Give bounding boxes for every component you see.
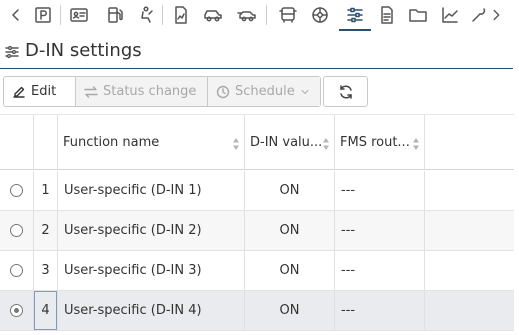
sliders-icon[interactable] [342, 3, 368, 27]
id-card-icon[interactable] [66, 3, 92, 27]
table-header: Function name D-IN valu... FMS rout... [0, 114, 514, 170]
sliders-icon [4, 44, 20, 60]
column-header-function-name[interactable]: Function name [63, 115, 223, 169]
table-row[interactable]: 1 User-specific (D-IN 1) ON --- [0, 171, 514, 211]
row-radio[interactable] [10, 211, 23, 250]
page-title: D-IN settings [25, 40, 142, 61]
row-number: 4 [34, 291, 57, 330]
chevron-left-icon[interactable] [6, 3, 26, 27]
status-change-label: Status change [103, 84, 197, 99]
truck-front-icon[interactable] [275, 3, 301, 27]
page-header: D-IN settings [0, 36, 513, 69]
din-value-cell: ON [279, 263, 300, 278]
toolbar-separator [266, 5, 267, 25]
driver-seat-icon[interactable] [134, 3, 160, 27]
row-radio[interactable] [10, 291, 23, 330]
row-radio[interactable] [10, 171, 23, 210]
fms-route-cell: --- [341, 183, 356, 198]
function-name-cell: User-specific (D-IN 2) [64, 223, 202, 238]
din-value-cell: ON [279, 303, 300, 318]
schedule-button[interactable]: Schedule [208, 77, 320, 106]
table-row-selected[interactable]: 4 User-specific (D-IN 4) ON --- [0, 291, 514, 331]
icon-toolbar [0, 0, 519, 32]
clock-icon [216, 85, 230, 98]
fms-route-cell: --- [341, 303, 356, 318]
chevron-right-icon[interactable] [487, 3, 505, 27]
swap-arrows-icon [84, 85, 98, 98]
table-row[interactable]: 2 User-specific (D-IN 2) ON --- [0, 211, 514, 251]
edit-button[interactable]: Edit [4, 77, 76, 106]
chevron-down-icon [301, 89, 309, 94]
function-name-cell: User-specific (D-IN 1) [64, 183, 202, 198]
refresh-button[interactable] [323, 76, 368, 107]
schedule-label: Schedule [235, 84, 295, 99]
vehicle-icon[interactable] [200, 3, 226, 27]
active-tab-indicator [339, 29, 371, 31]
column-header-din-value[interactable]: D-IN valu... [250, 115, 322, 169]
row-number: 3 [41, 263, 50, 278]
table-row[interactable]: 3 User-specific (D-IN 3) ON --- [0, 251, 514, 291]
fms-route-cell: --- [341, 263, 356, 278]
sort-icon[interactable] [322, 136, 330, 150]
edit-button-label: Edit [31, 84, 57, 99]
document-icon[interactable] [374, 3, 400, 27]
toolbar-separator [60, 5, 61, 25]
function-name-cell: User-specific (D-IN 3) [64, 263, 202, 278]
row-number: 2 [41, 223, 50, 238]
fuel-pump-icon[interactable] [102, 3, 128, 27]
parking-icon[interactable] [30, 3, 56, 27]
fms-route-cell: --- [341, 223, 356, 238]
folder-icon[interactable] [405, 3, 431, 27]
function-name-cell: User-specific (D-IN 4) [64, 303, 202, 318]
column-header-fms-route[interactable]: FMS rout... [340, 115, 412, 169]
refresh-icon [339, 84, 352, 99]
row-radio[interactable] [10, 251, 23, 290]
din-value-cell: ON [279, 223, 300, 238]
edit-icon [13, 86, 25, 98]
app-root: D-IN settings Edit Status change Schedul… [0, 0, 519, 335]
trend-chart-icon[interactable] [437, 3, 463, 27]
action-button-group: Edit Status change Schedule [3, 76, 321, 107]
row-number: 1 [41, 183, 50, 198]
sort-icon[interactable] [412, 136, 420, 150]
toolbar-separator [162, 5, 163, 25]
din-value-cell: ON [279, 183, 300, 198]
sort-icon[interactable] [232, 136, 240, 150]
wheel-icon[interactable] [307, 3, 333, 27]
document-chart-icon[interactable] [168, 3, 194, 27]
status-change-button[interactable]: Status change [76, 77, 208, 106]
vehicle-speed-icon[interactable] [234, 3, 260, 27]
